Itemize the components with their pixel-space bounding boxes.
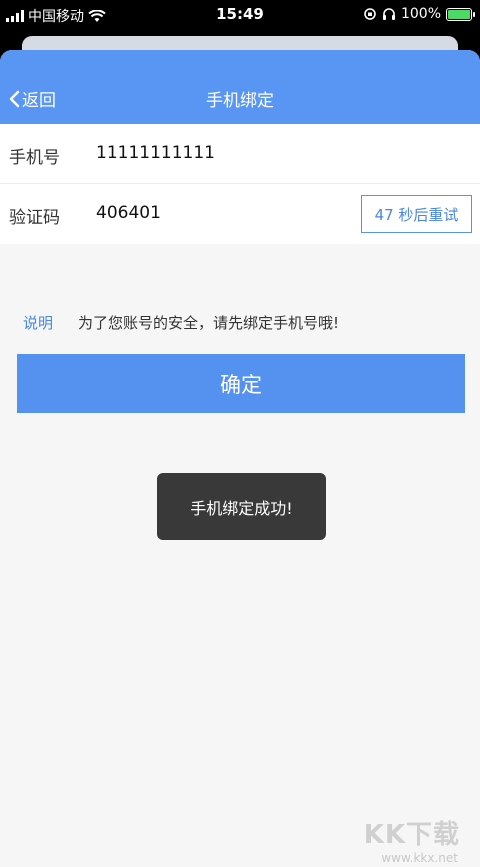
orientation-lock-icon [364,8,376,20]
status-bar: 中国移动 15:49 100% [0,0,480,30]
battery-percent: 100% [400,6,441,22]
binding-form: 手机号 验证码 47 秒后重试 [0,124,480,244]
status-left: 中国移动 [6,6,106,26]
headphones-icon [382,8,395,20]
page-title: 手机绑定 [206,91,274,111]
watermark-url: www.kkx.net [381,851,458,865]
modal-sheet: 返回 手机绑定 手机号 验证码 47 秒后重试 说明 为了您账号的安全，请先绑定… [0,50,480,867]
carrier-name: 中国移动 [28,9,84,25]
confirm-button[interactable]: 确定 [17,354,465,413]
battery-fill [448,9,470,19]
navigation-bar: 返回 手机绑定 [0,50,480,124]
signal-icon [6,10,24,22]
phone-row: 手机号 [0,124,480,184]
phone-input[interactable] [96,143,346,163]
note-text: 为了您账号的安全，请先绑定手机号哦! [78,314,340,332]
status-right: 100% [363,6,475,22]
resend-code-button[interactable]: 47 秒后重试 [361,195,472,233]
phone-label: 手机号 [9,148,60,168]
note-label: 说明 [23,314,54,332]
back-button[interactable]: 返回 [8,86,56,111]
code-row: 验证码 47 秒后重试 [0,184,480,244]
success-toast: 手机绑定成功! [157,473,326,540]
back-button-label: 返回 [22,91,56,111]
watermark-logo: KK下载 [363,820,460,850]
code-input[interactable] [96,203,346,223]
code-label: 验证码 [9,208,60,228]
battery-icon [446,7,475,21]
chevron-left-icon [9,90,20,107]
wifi-icon [88,9,106,22]
